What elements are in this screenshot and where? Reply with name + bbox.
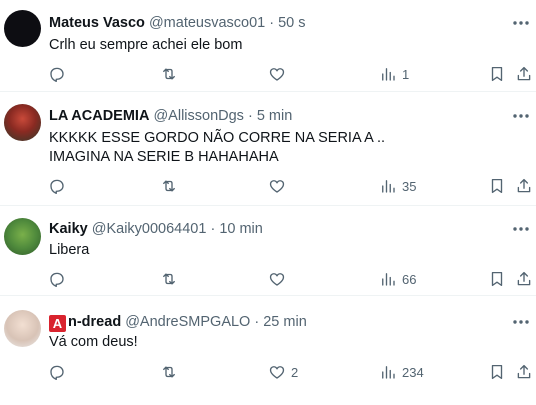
reply-icon — [50, 272, 64, 288]
bookmark-icon — [491, 66, 503, 82]
author-name: n-dread — [68, 314, 122, 330]
reply-icon — [50, 67, 64, 83]
timestamp[interactable]: · 25 min — [254, 314, 306, 330]
more-dots-icon[interactable] — [510, 313, 532, 331]
views-button[interactable]: 1 — [379, 62, 409, 86]
view-count: 1 — [402, 66, 410, 82]
like-button[interactable]: 2 — [268, 360, 298, 384]
view-count: 35 — [402, 178, 417, 194]
tweet-header: Mateus Vasco @mateusvasco01 · 50 s — [49, 14, 306, 32]
tweet-text-line: Libera — [49, 242, 90, 258]
views-chart-icon — [382, 68, 395, 81]
bookmark-icon — [491, 178, 503, 194]
tweet[interactable]: LA ACADEMIA @AllissonDgs · 5 min KKKKK E… — [0, 92, 536, 206]
share-icon — [517, 66, 531, 81]
tweet-header: Kaiky @Kaiky00064401 · 10 min — [49, 220, 263, 238]
tweet-text: KKKKK ESSE GORDO NÃO CORRE NA SERIA A ..… — [49, 129, 385, 167]
like-count: 2 — [291, 364, 299, 380]
timestamp[interactable]: · 5 min — [248, 108, 292, 124]
tweet-actions: 2 234 — [0, 360, 536, 384]
name-badge: A — [49, 315, 66, 332]
heart-icon — [269, 180, 285, 193]
author-name[interactable]: LA ACADEMIA — [49, 108, 149, 124]
timestamp[interactable]: · 10 min — [210, 221, 262, 237]
heart-icon — [269, 366, 285, 379]
share-icon — [517, 364, 531, 379]
bookmark-button[interactable] — [488, 360, 506, 384]
views-button[interactable]: 234 — [379, 360, 424, 384]
share-button[interactable] — [515, 360, 533, 384]
reply-button[interactable] — [48, 174, 66, 198]
author-handle[interactable]: @Kaiky00064401 — [92, 221, 207, 237]
tweet[interactable]: Mateus Vasco @mateusvasco01 · 50 s Crlh … — [0, 0, 536, 92]
views-chart-icon — [382, 273, 395, 286]
share-icon — [517, 178, 531, 193]
reply-button[interactable] — [48, 267, 66, 291]
reply-button[interactable] — [48, 62, 66, 86]
more-dots-icon[interactable] — [510, 220, 532, 238]
tweet-text-line: IMAGINA NA SERIE B HAHAHAHA — [49, 149, 279, 165]
retweet-icon — [163, 68, 175, 80]
tweet-text: Crlh eu sempre achei ele bom — [49, 36, 242, 55]
author-name[interactable]: Mateus Vasco — [49, 15, 145, 31]
heart-icon — [269, 273, 285, 286]
tweet[interactable]: An-dread @AndreSMPGALO · 25 min Vá com d… — [0, 296, 536, 405]
reply-icon — [50, 179, 64, 195]
retweet-icon — [163, 366, 175, 378]
retweet-button[interactable] — [160, 267, 178, 291]
views-chart-icon — [382, 180, 395, 193]
tweet-text-line: Crlh eu sempre achei ele bom — [49, 37, 243, 53]
like-button[interactable] — [268, 267, 291, 291]
avatar[interactable] — [4, 10, 41, 47]
timestamp[interactable]: · 50 s — [269, 15, 305, 31]
reply-icon — [50, 365, 64, 381]
author-name[interactable]: Kaiky — [49, 221, 88, 237]
author-handle[interactable]: @mateusvasco01 — [149, 15, 265, 31]
retweet-button[interactable] — [160, 174, 178, 198]
tweet-header: An-dread @AndreSMPGALO · 25 min — [49, 313, 307, 332]
tweet-text-line: Vá com deus! — [49, 334, 138, 350]
tweet-actions: 66 — [0, 267, 536, 291]
views-button[interactable]: 35 — [379, 174, 416, 198]
tweet-text-line: KKKKK ESSE GORDO NÃO CORRE NA SERIA A .. — [49, 130, 386, 146]
retweet-button[interactable] — [160, 360, 178, 384]
avatar[interactable] — [4, 104, 41, 141]
share-icon — [517, 271, 531, 286]
view-count: 66 — [402, 271, 417, 287]
bookmark-button[interactable] — [488, 174, 506, 198]
share-button[interactable] — [515, 267, 533, 291]
heart-icon — [269, 68, 285, 81]
author-handle[interactable]: @AllissonDgs — [153, 108, 243, 124]
retweet-icon — [163, 273, 175, 285]
author-handle[interactable]: @AndreSMPGALO — [125, 314, 250, 330]
tweet[interactable]: Kaiky @Kaiky00064401 · 10 min Libera 66 — [0, 206, 536, 296]
retweet-button[interactable] — [160, 62, 178, 86]
views-button[interactable]: 66 — [379, 267, 416, 291]
more-dots-icon[interactable] — [510, 107, 532, 125]
bookmark-button[interactable] — [488, 267, 506, 291]
retweet-icon — [163, 180, 175, 192]
tweet-text: Libera — [49, 241, 89, 260]
tweet-actions: 35 — [0, 174, 536, 198]
avatar[interactable] — [4, 310, 41, 347]
more-dots-icon[interactable] — [510, 14, 532, 32]
view-count: 234 — [402, 364, 424, 380]
share-button[interactable] — [515, 62, 533, 86]
reply-button[interactable] — [48, 360, 66, 384]
author-name-group[interactable]: An-dread — [49, 314, 122, 332]
bookmark-button[interactable] — [488, 62, 506, 86]
bookmark-icon — [491, 271, 503, 287]
views-chart-icon — [382, 366, 395, 379]
share-button[interactable] — [515, 174, 533, 198]
tweet-text: Vá com deus! — [49, 333, 138, 352]
like-button[interactable] — [268, 62, 291, 86]
like-button[interactable] — [268, 174, 291, 198]
tweet-actions: 1 — [0, 62, 536, 86]
tweet-header: LA ACADEMIA @AllissonDgs · 5 min — [49, 107, 292, 125]
bookmark-icon — [491, 364, 503, 380]
avatar[interactable] — [4, 218, 41, 255]
